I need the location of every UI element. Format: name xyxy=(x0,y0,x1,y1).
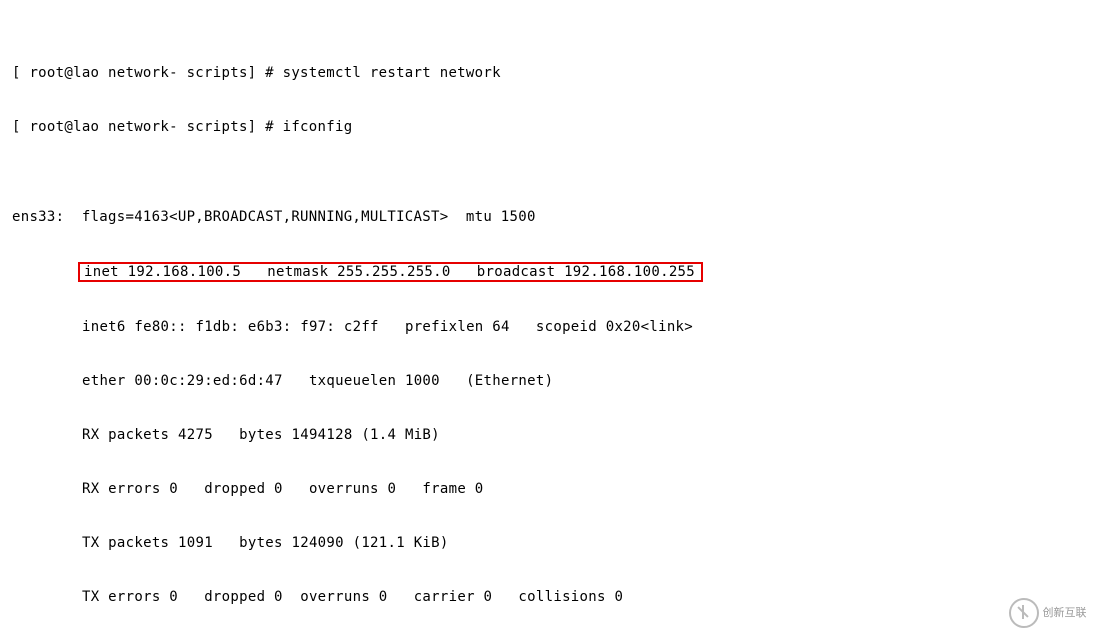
watermark: 创新互联 xyxy=(1000,595,1095,631)
command-text: ifconfig xyxy=(283,119,353,135)
iface-ens33-ether: ether 00:0c:29:ed:6d:47 txqueuelen 1000 … xyxy=(82,372,1095,390)
shell-prompt: [ root@lao network- scripts] # xyxy=(12,65,283,81)
prompt-line-1: [ root@lao network- scripts] # systemctl… xyxy=(12,64,1095,82)
command-text: systemctl restart network xyxy=(283,65,501,81)
iface-ens33-txp: TX packets 1091 bytes 124090 (121.1 KiB) xyxy=(82,534,1095,552)
watermark-logo-icon xyxy=(1009,598,1039,628)
iface-ens33-inet6: inet6 fe80:: f1db: e6b3: f97: c2ff prefi… xyxy=(82,318,1095,336)
highlight-box-ens33: inet 192.168.100.5 netmask 255.255.255.0… xyxy=(78,262,703,282)
shell-prompt: [ root@lao network- scripts] # xyxy=(12,119,283,135)
iface-ens33-rxe: RX errors 0 dropped 0 overruns 0 frame 0 xyxy=(82,480,1095,498)
terminal-output: [ root@lao network- scripts] # systemctl… xyxy=(0,0,1095,636)
iface-ens33-txe: TX errors 0 dropped 0 overruns 0 carrier… xyxy=(82,588,1095,606)
iface-ens33-inet-row: inet 192.168.100.5 netmask 255.255.255.0… xyxy=(82,262,1095,282)
iface-ens33-header: ens33: flags=4163<UP,BROADCAST,RUNNING,M… xyxy=(12,208,1095,226)
iface-ens33-rxp: RX packets 4275 bytes 1494128 (1.4 MiB) xyxy=(82,426,1095,444)
prompt-line-2: [ root@lao network- scripts] # ifconfig xyxy=(12,118,1095,136)
watermark-text: 创新互联 xyxy=(1043,604,1087,622)
